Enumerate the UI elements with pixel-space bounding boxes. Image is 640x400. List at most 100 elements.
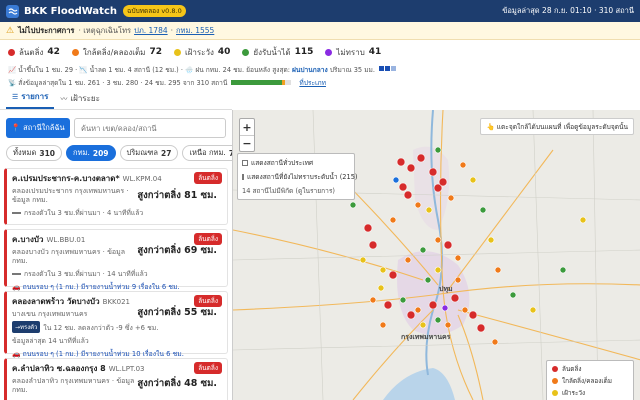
legend-dot-icon xyxy=(552,378,558,384)
zoom-out-button[interactable]: − xyxy=(240,135,254,151)
station-marker[interactable] xyxy=(434,316,442,324)
status-count[interactable]: เฝ้าระวัง 40 xyxy=(173,46,230,59)
station-marker[interactable] xyxy=(389,216,397,224)
station-marker[interactable] xyxy=(392,176,400,184)
station-card[interactable]: ค.เปรมประชากร-ค.บางตลาด* WL.KPM.04 ล้นตลิ… xyxy=(4,168,228,225)
station-marker[interactable] xyxy=(416,153,426,163)
status-count[interactable]: ล้นตลิ่ง 42 xyxy=(8,46,60,59)
station-marker[interactable] xyxy=(404,256,412,264)
status-count[interactable]: ยังรับน้ำได้ 115 xyxy=(242,46,313,59)
zoom-in-button[interactable]: + xyxy=(240,119,254,135)
nearby-stations-button[interactable]: 📍 สถานีใกล้ฉัน xyxy=(6,118,70,138)
station-marker[interactable] xyxy=(461,306,469,314)
status-count[interactable]: ไม่ทราบ 41 xyxy=(325,46,381,59)
station-marker[interactable] xyxy=(388,270,398,280)
region-filter-chip[interactable]: ทั้งหมด 310 xyxy=(6,145,63,161)
alert-bar: ⚠ ไม่ไปประกาศการ · เหตุฉุกเฉินโทร ปภ. 17… xyxy=(0,22,640,40)
water-level: สูงกว่าตลิ่ง 55 ซม. xyxy=(137,307,217,318)
station-marker[interactable] xyxy=(450,293,460,303)
station-marker[interactable] xyxy=(359,256,367,264)
legend-item: ใกล้ตลิ่ง/คลองเต็ม xyxy=(552,376,628,386)
station-marker[interactable] xyxy=(369,296,377,304)
station-marker[interactable] xyxy=(443,240,453,250)
station-marker[interactable] xyxy=(419,246,427,254)
station-marker[interactable] xyxy=(428,300,438,310)
station-marker[interactable] xyxy=(438,177,448,187)
region-filter-chip[interactable]: เหนือ กทม.74 xyxy=(182,145,232,161)
station-marker[interactable] xyxy=(529,306,537,314)
rain-scale-icon xyxy=(378,65,396,73)
trend-rain-info: 📈 น้ำขึ้นใน 1 ชม. 29 · 📉 น้ำลด 1 ชม. 4 ส… xyxy=(8,63,632,75)
status-badge: ล้นตลิ่ง xyxy=(194,172,222,184)
hotline-link-1[interactable]: ปภ. 1784 xyxy=(134,25,168,37)
station-marker[interactable] xyxy=(491,338,499,346)
station-marker[interactable] xyxy=(377,284,385,292)
station-marker[interactable] xyxy=(469,176,477,184)
station-marker[interactable] xyxy=(396,157,406,167)
tab-list[interactable]: ☰ รายการ xyxy=(6,90,55,109)
station-marker[interactable] xyxy=(368,240,378,250)
station-marker[interactable] xyxy=(579,216,587,224)
trend-badge: →ทรงตัว xyxy=(12,321,41,333)
station-marker[interactable] xyxy=(398,182,408,192)
station-marker[interactable] xyxy=(468,310,478,320)
station-marker[interactable] xyxy=(434,266,442,274)
station-marker[interactable] xyxy=(424,276,432,284)
status-dot-icon xyxy=(173,48,181,56)
warning-icon: ⚠ xyxy=(6,25,15,36)
station-marker[interactable] xyxy=(414,306,422,314)
station-marker[interactable] xyxy=(349,201,357,209)
station-search-input[interactable] xyxy=(74,118,226,138)
station-marker[interactable] xyxy=(454,276,462,284)
station-marker[interactable] xyxy=(494,266,502,274)
station-name: ค.เปรมประชากร-ค.บางตลาด* WL.KPM.04 xyxy=(12,174,162,183)
station-marker[interactable] xyxy=(459,161,467,169)
station-marker[interactable] xyxy=(434,236,442,244)
status-dot-icon xyxy=(8,48,15,56)
station-marker[interactable] xyxy=(428,167,438,177)
station-marker[interactable] xyxy=(476,323,486,333)
station-marker[interactable] xyxy=(487,236,495,244)
station-marker[interactable] xyxy=(379,321,387,329)
station-card[interactable]: คลองลาดพร้าว วัดบางบัว BKK021 ล้นตลิ่ง บา… xyxy=(4,291,228,358)
station-marker[interactable] xyxy=(454,254,462,262)
station-marker[interactable] xyxy=(399,296,407,304)
map-legend: ล้นตลิ่งใกล้ตลิ่ง/คลองเต็มเฝ้าระวังยังรั… xyxy=(546,360,634,400)
station-marker[interactable] xyxy=(406,310,416,320)
coverage-bar-stale xyxy=(281,79,286,85)
station-code: WL.BBU.01 xyxy=(46,236,86,244)
station-marker[interactable] xyxy=(441,304,449,312)
region-filter-chip[interactable]: กทม. 209 xyxy=(66,145,116,161)
map-options-panel: แสดงสถานีทั่วประเทศ แสดงสถานีที่ยังไม่ทร… xyxy=(237,153,357,200)
station-marker[interactable] xyxy=(425,206,433,214)
coverage-link[interactable]: ที่ประเภท xyxy=(299,77,326,88)
station-marker[interactable] xyxy=(379,266,387,274)
show-unknown-stations-checkbox[interactable]: แสดงสถานีที่ยังไม่ทราบระดับน้ำ (215) xyxy=(242,171,357,182)
station-card[interactable]: ค.ลำปลาทิว ซ.ฉลองกรุง 8 WL.LPT.03 ล้นตลิ่… xyxy=(4,358,228,400)
alert-text: · เหตุฉุกเฉินโทร xyxy=(78,25,132,35)
region-filter-chip[interactable]: ปริมณฑล 27 xyxy=(119,145,179,161)
station-card[interactable]: ค.บางบัว WL.BBU.01 ล้นตลิ่ง คลองบางบัว กร… xyxy=(4,229,228,291)
tab-trend[interactable]: 〰เฝ้าระยะ xyxy=(54,92,106,109)
station-marker[interactable] xyxy=(509,291,517,299)
station-marker[interactable] xyxy=(447,194,455,202)
list-icon: ☰ xyxy=(12,92,19,101)
flood-map[interactable]: กรุงเทพมหานคร ปทุม + − แสดงสถานีทั่วประเ… xyxy=(232,110,640,400)
station-marker[interactable] xyxy=(444,321,452,329)
legend-item: ล้นตลิ่ง xyxy=(552,364,628,374)
status-count[interactable]: ใกล้ตลิ่ง/คลองเต็ม 72 xyxy=(71,46,162,59)
station-marker[interactable] xyxy=(363,223,373,233)
station-marker[interactable] xyxy=(419,321,427,329)
hotline-link-2[interactable]: กทม. 1555 xyxy=(176,25,214,37)
station-marker[interactable] xyxy=(403,190,413,200)
map-hint: 👆 แตะจุดใกล้ได้บนแผนที่ เพื่อดูข้อมูลระด… xyxy=(480,118,634,135)
station-marker[interactable] xyxy=(383,300,393,310)
station-marker[interactable] xyxy=(406,163,416,173)
water-level: สูงกว่าตลิ่ง 81 ซม. xyxy=(137,190,217,201)
station-marker[interactable] xyxy=(559,266,567,274)
show-all-stations-checkbox[interactable]: แสดงสถานีทั่วประเทศ xyxy=(242,157,350,168)
station-location: คลองบางบัว กรุงเทพมหานคร · ข้อมูล กทม. xyxy=(12,248,125,265)
station-marker[interactable] xyxy=(479,206,487,214)
station-marker[interactable] xyxy=(434,146,442,154)
station-marker[interactable] xyxy=(414,201,422,209)
